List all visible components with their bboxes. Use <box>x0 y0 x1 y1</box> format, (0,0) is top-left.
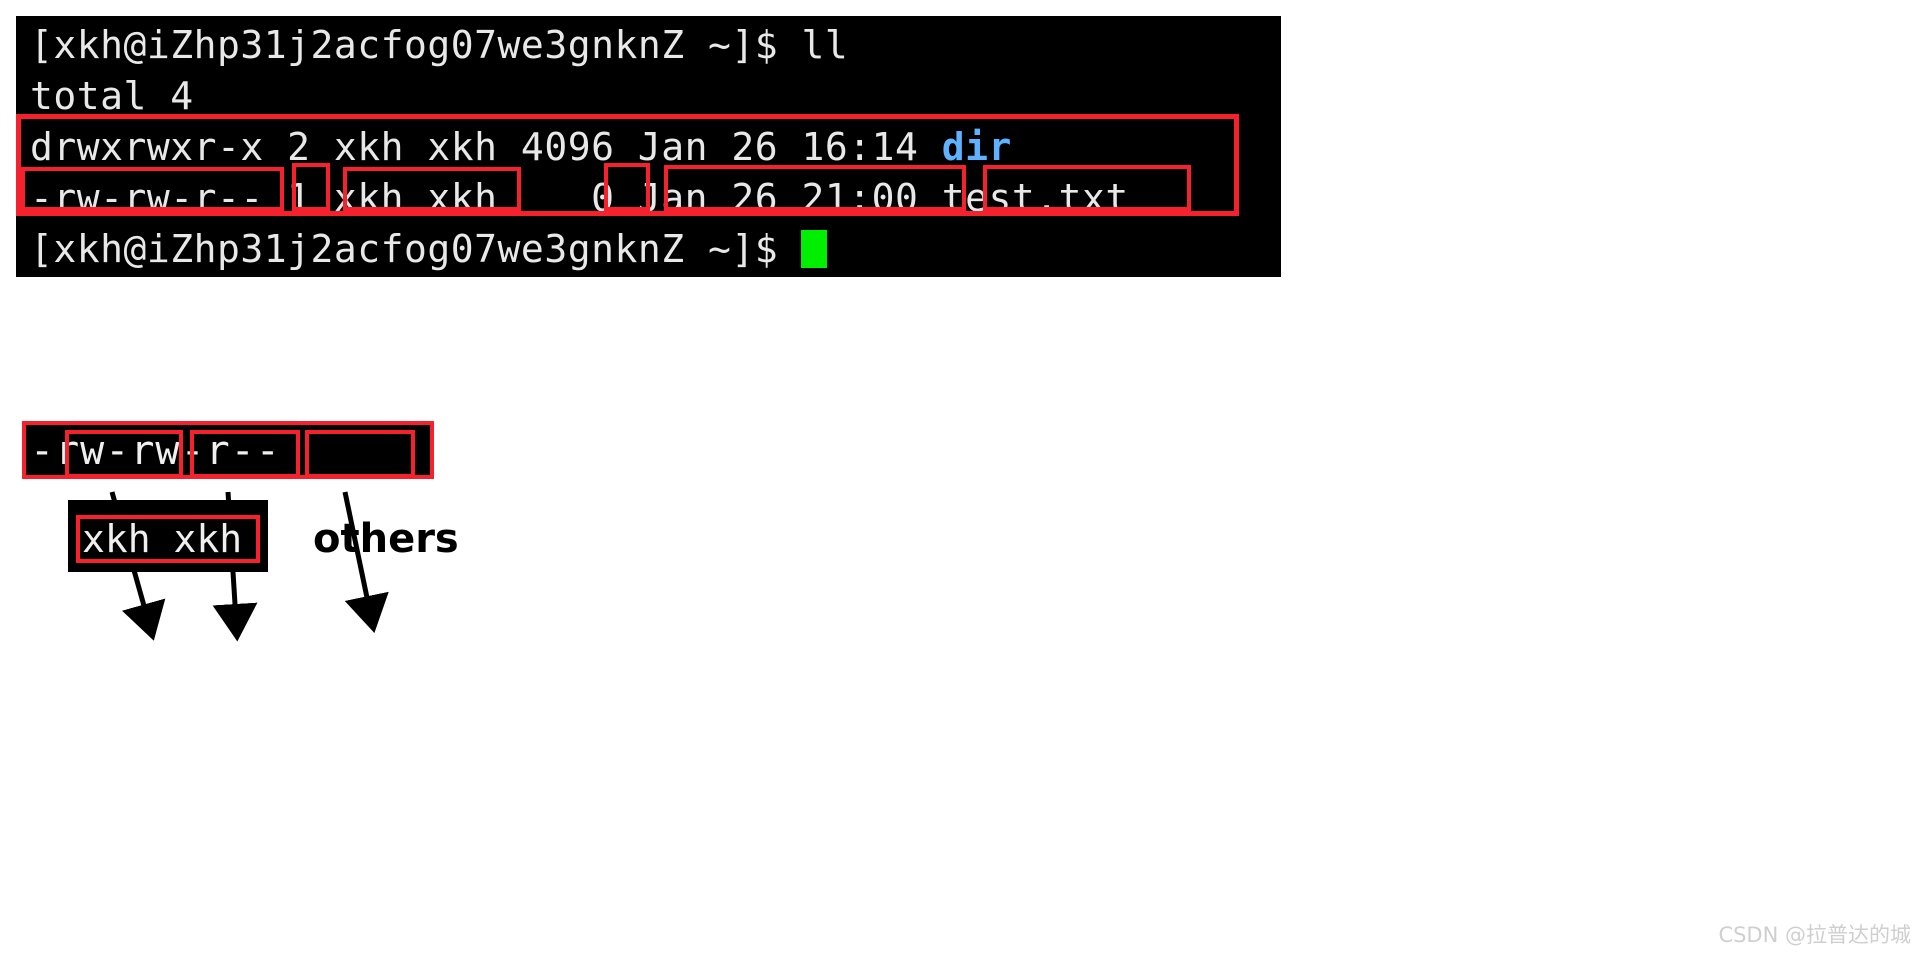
dir-row-name: dir <box>941 125 1012 169</box>
terminal-total-line: total 4 <box>30 74 194 118</box>
terminal-listing-row-dir: drwxrwxr-x 2 xkh xkh 4096 Jan 26 16:14 d… <box>30 122 1012 173</box>
annotation-box-group-bits <box>190 430 300 478</box>
terminal-prompt-2-text: [xkh@iZhp31j2acfog07we3gnknZ ~]$ <box>30 227 802 271</box>
terminal-cursor-block <box>801 230 828 268</box>
terminal-window[interactable]: [xkh@iZhp31j2acfog07we3gnknZ ~]$ ll tota… <box>16 16 1281 277</box>
annotation-box-others-bits <box>305 430 415 478</box>
csdn-watermark: CSDN @拉普达的城 <box>1718 923 1911 947</box>
owner-group-label-text: xkh xkh <box>82 517 243 561</box>
dir-row-fields: drwxrwxr-x 2 xkh xkh 4096 Jan 26 16:14 <box>30 125 942 169</box>
terminal-listing-row-file: -rw-rw-r-- 1 xkh xkh 0 Jan 26 21:00 test… <box>30 176 1129 220</box>
others-label-text: others <box>313 516 459 562</box>
terminal-prompt-line-2: [xkh@iZhp31j2acfog07we3gnknZ ~]$ <box>30 224 828 275</box>
terminal-prompt-line-1: [xkh@iZhp31j2acfog07we3gnknZ ~]$ ll <box>30 23 849 67</box>
annotation-box-user-bits <box>65 430 183 478</box>
